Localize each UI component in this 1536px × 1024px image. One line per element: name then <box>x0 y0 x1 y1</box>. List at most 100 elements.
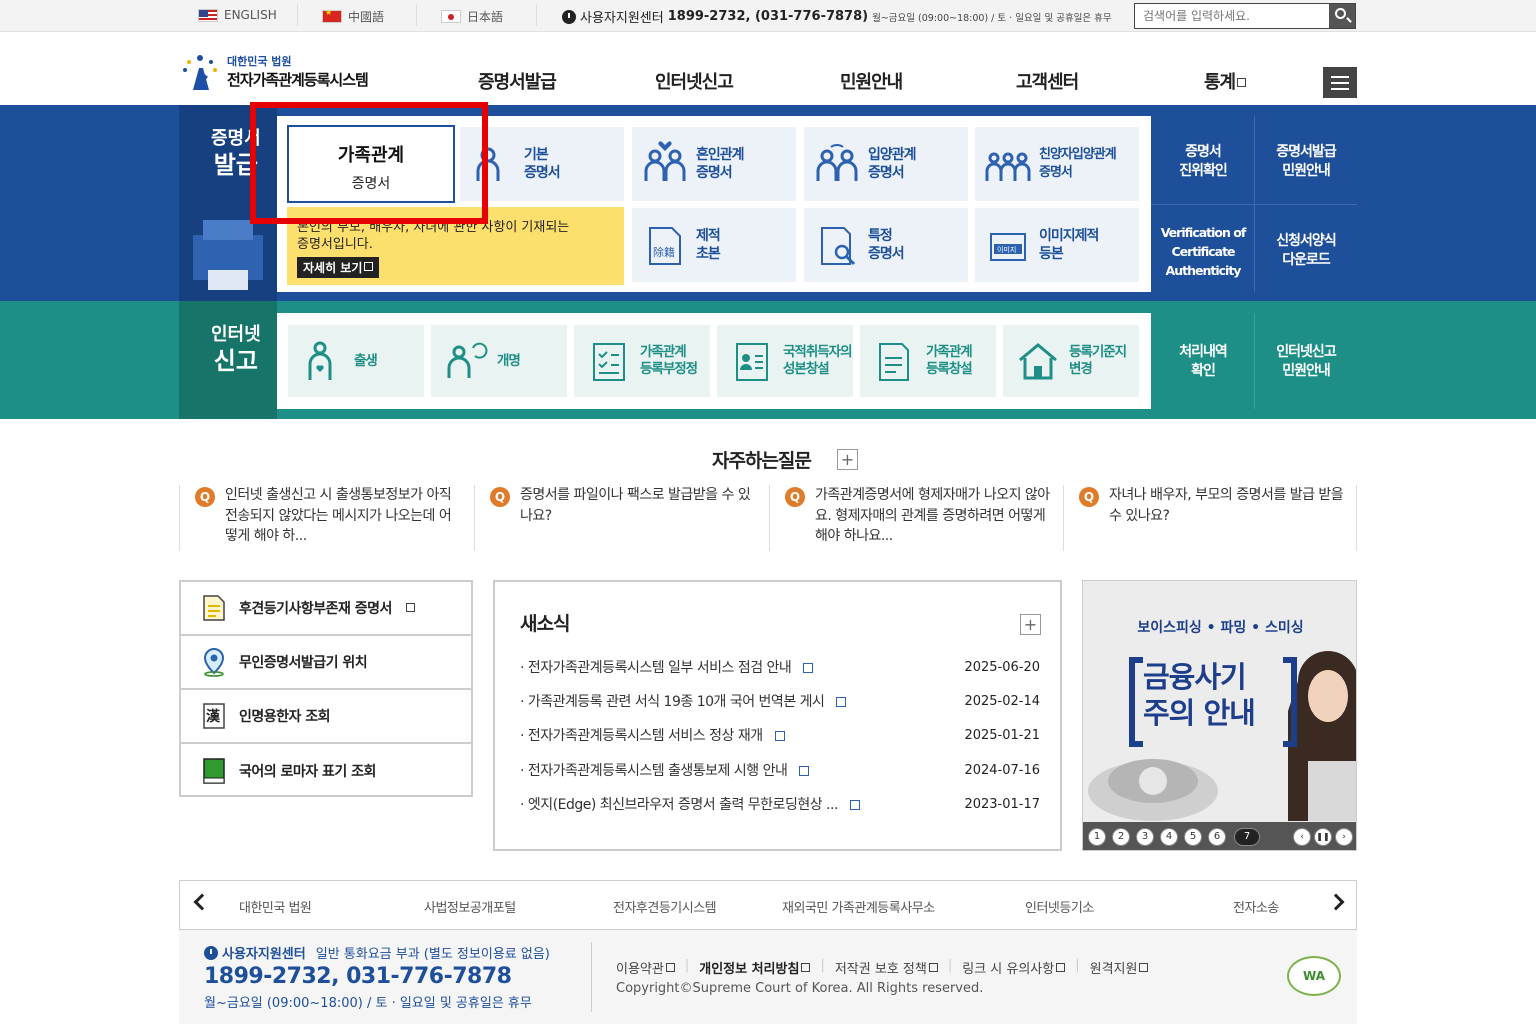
nav-customer-center[interactable]: 고객센터 <box>1016 68 1079 94</box>
related-site-link[interactable]: 사법정보공개포털 <box>424 897 516 916</box>
woman-on-phone-image <box>1288 651 1356 821</box>
news-more-button[interactable]: + <box>1020 614 1041 635</box>
divider <box>416 4 417 26</box>
faq-more-button[interactable]: + <box>837 449 858 470</box>
chevron-right-icon[interactable] <box>1327 893 1345 911</box>
support-center-info: 사용자지원센터 1899-2732, (031-776-7878) 월~금요일 … <box>562 7 1112 26</box>
chevron-left-icon[interactable] <box>193 893 211 911</box>
banner-page-button[interactable]: 1 <box>1088 828 1106 846</box>
fraud-warning-banner[interactable]: 보이스피싱 • 파밍 • 스미싱 금융사기 주의 안내 1 2 3 4 5 6 7… <box>1082 580 1357 851</box>
banner-pager: 1 2 3 4 5 6 7 ‹ ❚❚ › <box>1083 822 1356 850</box>
adoption-certificate-tile[interactable]: 입양관계 증명서 <box>804 127 968 201</box>
certificate-verify-link[interactable]: 증명서 진위확인 <box>1155 143 1251 181</box>
banner-page-button-active[interactable]: 7 <box>1234 828 1260 846</box>
full-adoption-certificate-tile[interactable]: 친양자입양관계 증명서 <box>975 127 1139 201</box>
marriage-certificate-tile[interactable]: 혼인관계 증명서 <box>632 127 796 201</box>
faq-item[interactable]: Q 자녀나 배우자, 부모의 증명서를 발급 받을 수 있나요? <box>1063 485 1357 551</box>
naturalized-surname-tile[interactable]: 국적취득자의 성본창설 <box>717 325 853 397</box>
basic-certificate-tile[interactable]: 기본 증명서 <box>460 127 624 201</box>
news-item[interactable]: · 전자가족관계등록시스템 일부 서비스 점검 안내 2025-06-20 <box>520 657 1040 677</box>
nav-statistics[interactable]: 통계 <box>1204 68 1247 94</box>
faq-item[interactable]: Q 인터넷 출생신고 시 출생통보정보가 아직 전송되지 않았다는 메시지가 나오… <box>179 485 474 551</box>
report-guide-link[interactable]: 인터넷신고 민원안내 <box>1258 343 1354 381</box>
external-link-icon <box>1139 963 1149 972</box>
banner-page-button[interactable]: 6 <box>1208 828 1226 846</box>
pause-icon[interactable]: ❚❚ <box>1314 828 1332 846</box>
romanization-link[interactable]: 국어의 로마자 표기 조회 <box>181 744 471 798</box>
certificate-issue-guide-link[interactable]: 증명서발급 민원안내 <box>1258 143 1354 181</box>
specific-certificate-tile[interactable]: 특정 증명서 <box>804 208 968 282</box>
all-menu-button[interactable] <box>1323 67 1357 98</box>
search-box <box>1134 3 1356 29</box>
banner-page-button[interactable]: 4 <box>1160 828 1178 846</box>
guardianship-certificate-link[interactable]: 후견등기사항부존재 증명서 <box>181 582 471 636</box>
china-flag-icon <box>322 10 342 23</box>
nav-civil-guide[interactable]: 민원안내 <box>840 68 903 94</box>
news-item[interactable]: · 전자가족관계등록시스템 출생통보제 시행 안내 2024-07-16 <box>520 760 1040 780</box>
birth-report-tile[interactable]: 출생 <box>288 325 424 397</box>
news-item[interactable]: · 전자가족관계등록시스템 서비스 정상 재개 2025-01-21 <box>520 725 1040 745</box>
news-box: 새소식 + · 전자가족관계등록시스템 일부 서비스 점검 안내 2025-06-… <box>493 580 1062 851</box>
external-link-icon <box>405 602 415 612</box>
bracket-right <box>1283 657 1297 747</box>
lang-japanese-link[interactable]: 日本語 <box>441 8 503 25</box>
search-button[interactable] <box>1329 4 1355 28</box>
terms-link[interactable]: 이용약관 <box>616 958 675 977</box>
next-arrow-icon[interactable]: › <box>1335 828 1353 846</box>
link-notice-link[interactable]: 링크 시 유의사항 <box>962 958 1066 977</box>
copyright-policy-link[interactable]: 저작권 보호 정책 <box>835 958 938 977</box>
kiosk-location-link[interactable]: 무인증명서발급기 위치 <box>181 636 471 690</box>
question-icon: Q <box>490 487 510 507</box>
faq-item[interactable]: Q 가족관계증명서에 형제자매가 나오지 않아요. 형제자매의 관계를 증명하려면… <box>769 485 1064 551</box>
name-hanja-link[interactable]: 漢 인명용한자 조회 <box>181 690 471 744</box>
privacy-policy-link[interactable]: 개인정보 처리방침 <box>699 958 811 977</box>
image-document-icon: 이미지 <box>990 233 1026 261</box>
footer: 사용자지원센터 일반 통화요금 부과 (별도 정보이용료 없음) 1899-27… <box>179 930 1357 1024</box>
related-site-link[interactable]: 인터넷등기소 <box>1025 897 1094 916</box>
banner-page-button[interactable]: 3 <box>1136 828 1154 846</box>
faq-item[interactable]: Q 증명서를 파일이나 팩스로 발급받을 수 있나요? <box>474 485 769 551</box>
remote-support-link[interactable]: 원격지원 <box>1090 958 1149 977</box>
nav-certificate-issue[interactable]: 증명서발급 <box>478 68 557 94</box>
register-correction-tile[interactable]: 가족관계 등록부정정 <box>574 325 710 397</box>
us-flag-icon <box>198 8 218 22</box>
related-site-link[interactable]: 전자소송 <box>1233 897 1279 916</box>
svg-text:除籍: 除籍 <box>653 245 675 259</box>
register-creation-tile[interactable]: 가족관계 등록창설 <box>860 325 996 397</box>
search-input[interactable] <box>1135 4 1325 28</box>
external-link-icon <box>1056 963 1066 972</box>
prev-arrow-icon[interactable]: ‹ <box>1293 828 1311 846</box>
family-relation-certificate-tile[interactable]: 가족관계 증명서 <box>287 125 455 203</box>
register-base-change-tile[interactable]: 등록기준지 변경 <box>1003 325 1139 397</box>
removed-register-tile[interactable]: 除籍 제적 초본 <box>632 208 796 282</box>
question-icon: Q <box>1079 487 1099 507</box>
logo-subtitle: 대한민국 법원 <box>227 54 292 68</box>
divider <box>1151 204 1357 205</box>
adoption-family-icon <box>816 143 858 181</box>
divider <box>1254 313 1255 409</box>
process-status-link[interactable]: 처리내역 확인 <box>1155 343 1251 381</box>
image-register-tile[interactable]: 이미지 이미지제적 등본 <box>975 208 1139 282</box>
nav-internet-report[interactable]: 인터넷신고 <box>655 68 734 94</box>
lang-english-link[interactable]: ENGLISH <box>198 8 277 22</box>
related-site-link[interactable]: 대한민국 법원 <box>239 897 312 916</box>
site-logo[interactable]: 대한민국 법원 전자가족관계등록시스템 <box>179 50 369 92</box>
document-edit-icon <box>879 343 909 381</box>
related-site-link[interactable]: 재외국민 가족관계등록사무소 <box>782 897 935 916</box>
hamburger-icon <box>1331 76 1349 78</box>
japan-flag-icon <box>441 10 461 23</box>
banner-page-button[interactable]: 5 <box>1184 828 1202 846</box>
banner-page-button[interactable]: 2 <box>1112 828 1130 846</box>
news-item[interactable]: · 엣지(Edge) 최신브라우저 증명서 출력 무한로딩현상 ... 2023-… <box>520 794 1040 814</box>
name-change-tile[interactable]: 개명 <box>431 325 567 397</box>
question-icon: Q <box>785 487 805 507</box>
form-download-link[interactable]: 신청서양식 다운로드 <box>1258 232 1354 270</box>
couple-icon <box>644 141 686 181</box>
document-search-icon <box>821 227 856 266</box>
external-link-icon <box>928 963 938 972</box>
related-site-link[interactable]: 전자후견등기시스템 <box>613 897 717 916</box>
view-details-button[interactable]: 자세히 보기 <box>297 257 380 278</box>
lang-chinese-link[interactable]: 中國語 <box>322 8 384 25</box>
news-item[interactable]: · 가족관계등록 관련 서식 19종 10개 국어 번역본 게시 2025-02-… <box>520 691 1040 711</box>
verification-authenticity-link[interactable]: Verification of Certificate Authenticity <box>1152 223 1254 280</box>
